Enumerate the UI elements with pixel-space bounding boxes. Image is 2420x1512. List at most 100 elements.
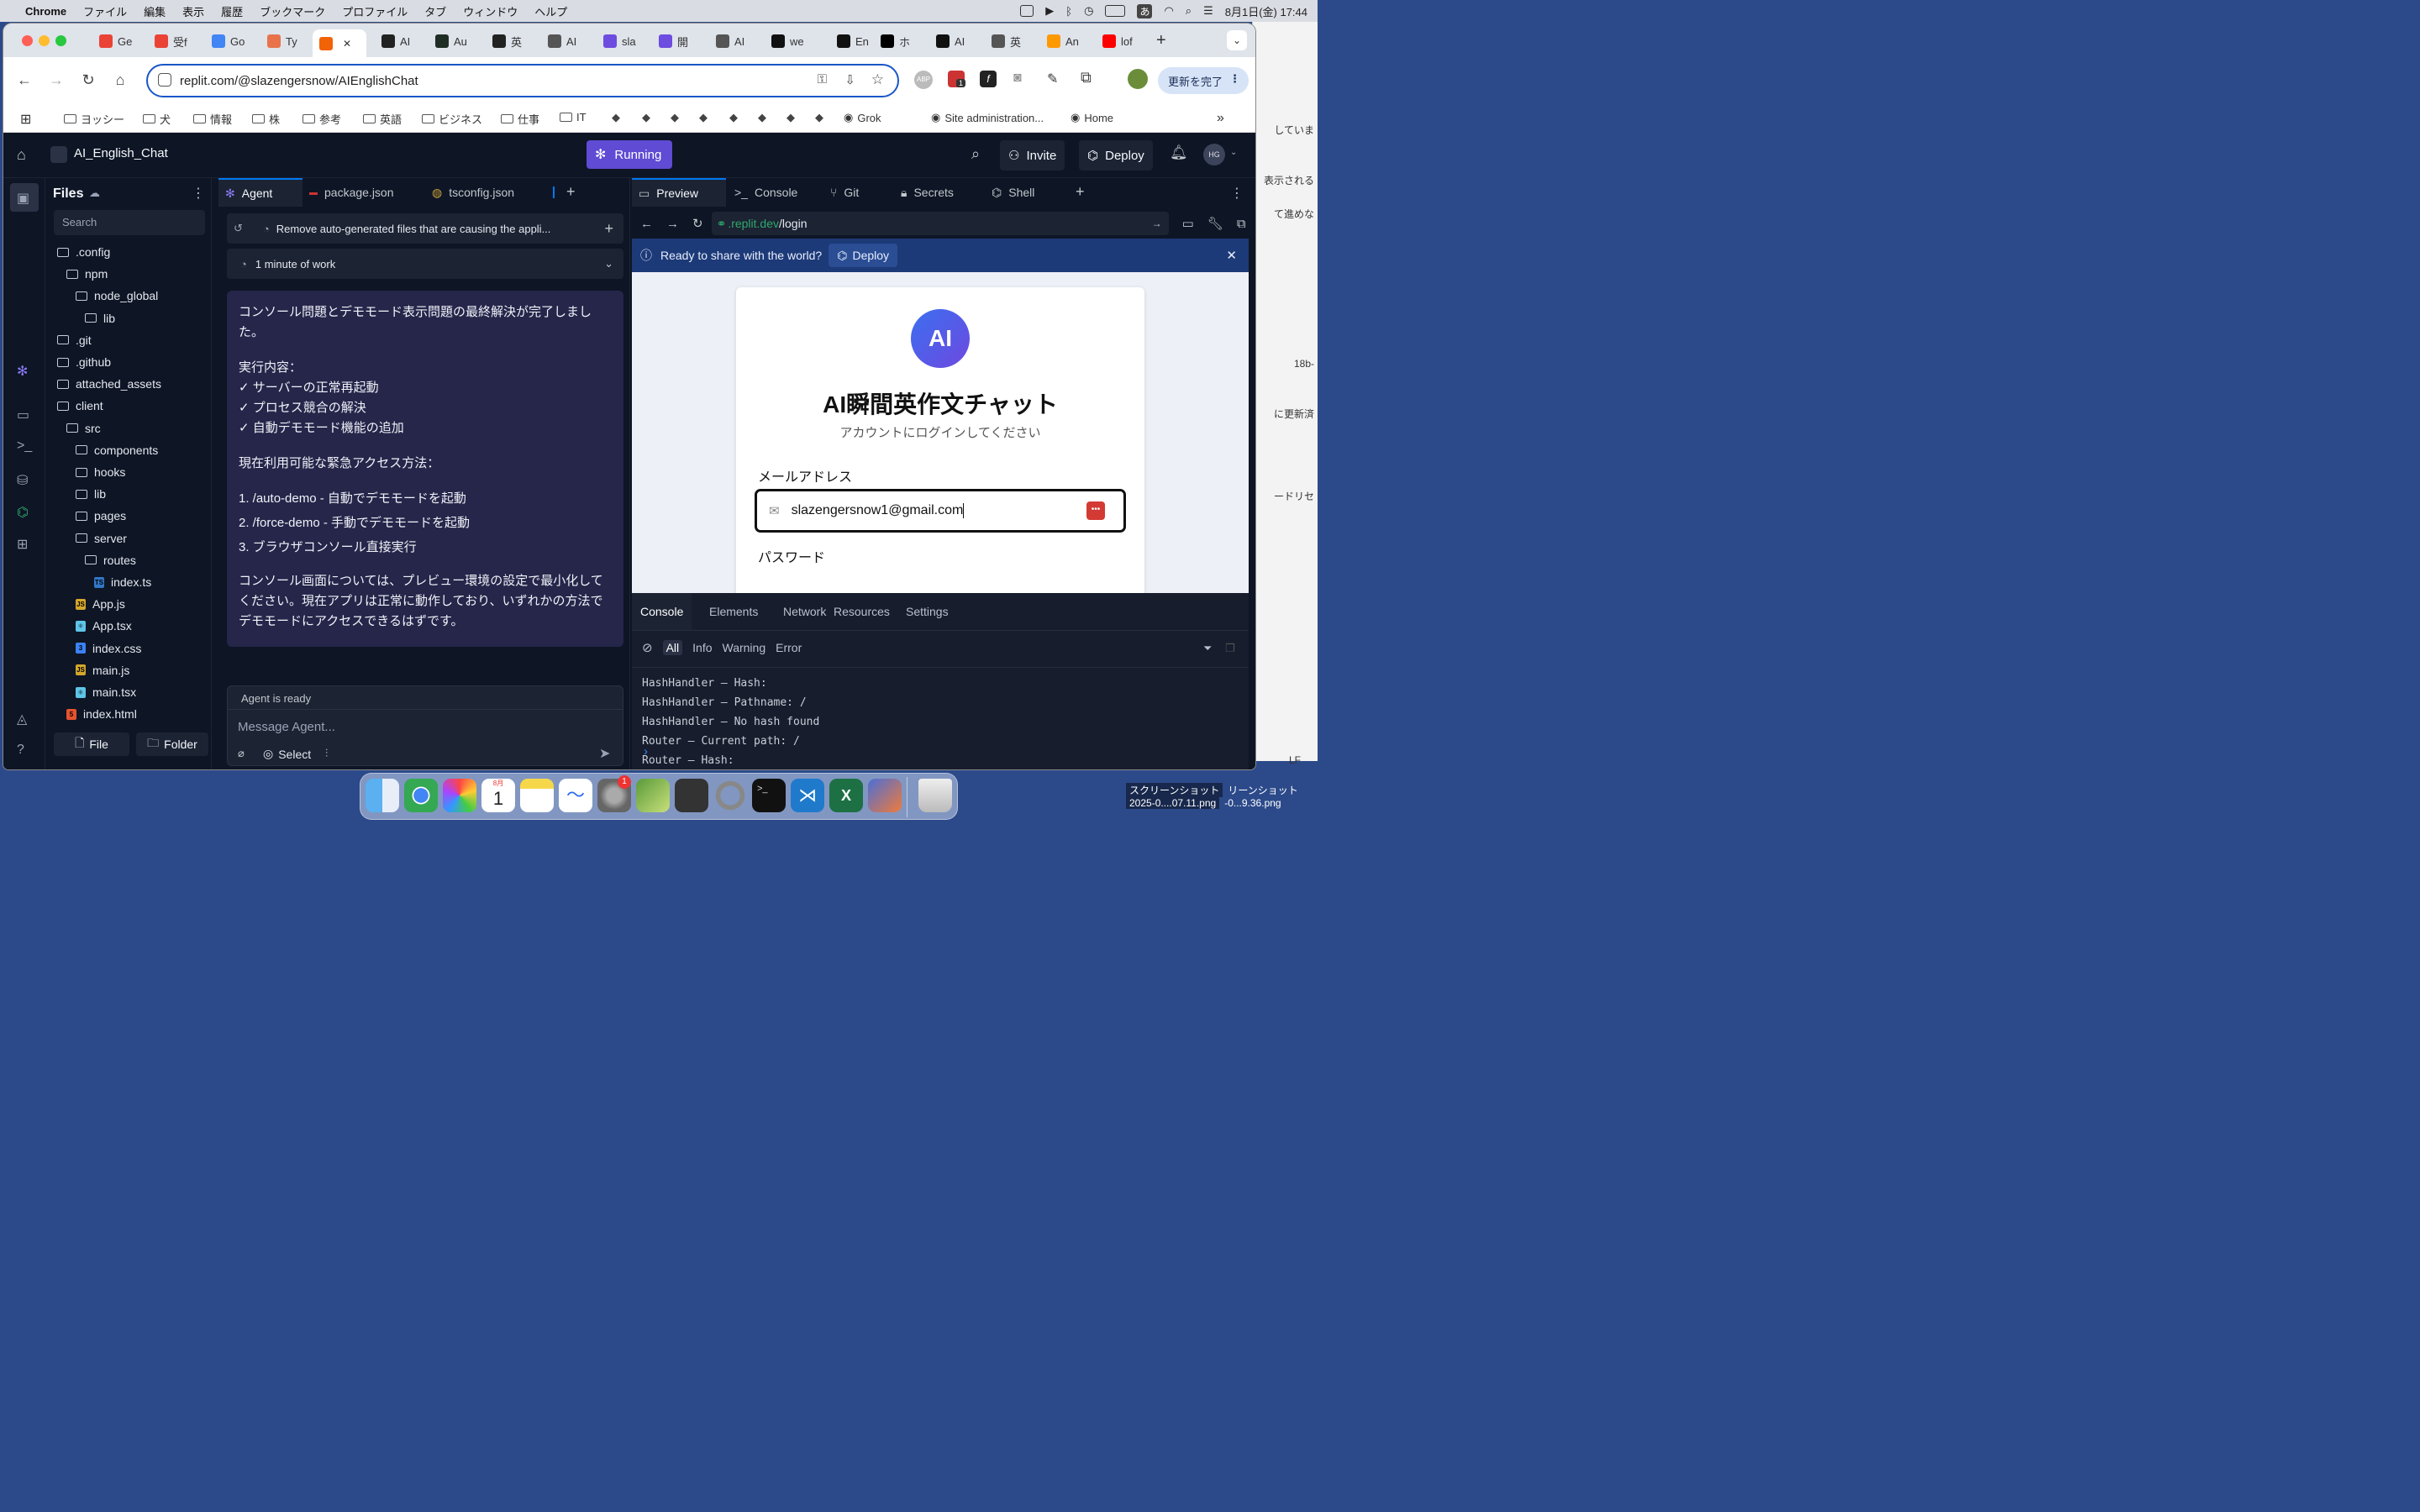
devtools-wrench-icon[interactable]: 🔧︎ bbox=[1207, 216, 1223, 231]
finder-icon[interactable] bbox=[366, 779, 399, 812]
files-panel-icon[interactable]: ▣ bbox=[17, 190, 32, 206]
browser-tab[interactable]: lof bbox=[1096, 29, 1148, 53]
trash-icon[interactable] bbox=[918, 779, 952, 812]
browser-tab[interactable]: AI bbox=[541, 29, 593, 53]
folder-item[interactable]: hooks bbox=[76, 465, 125, 479]
browser-tab[interactable]: Au bbox=[429, 29, 481, 53]
browser-tab[interactable]: sla bbox=[597, 29, 649, 53]
control-center-icon[interactable]: ☰ bbox=[1203, 4, 1213, 18]
freeform-icon[interactable]: 〜 bbox=[559, 779, 592, 812]
screenshot-label[interactable]: スクリーンショット bbox=[1126, 783, 1223, 797]
menu-window[interactable]: ウィンドウ bbox=[463, 3, 518, 19]
spotlight-icon[interactable]: ⌕ bbox=[1186, 4, 1192, 18]
address-bar[interactable]: replit.com/@slazengersnow/AIEnglishChat … bbox=[146, 64, 899, 97]
back-icon[interactable]: ← bbox=[13, 69, 35, 91]
folder-item[interactable]: pages bbox=[76, 509, 126, 522]
history-icon[interactable]: ↺ bbox=[234, 222, 243, 235]
close-icon[interactable]: ✕ bbox=[1226, 248, 1237, 263]
close-window-button[interactable] bbox=[22, 35, 33, 46]
deployments-rail-icon[interactable]: ⌬ bbox=[17, 504, 32, 520]
pane-menu-icon[interactable]: ⋮ bbox=[1230, 185, 1244, 202]
battery-icon[interactable] bbox=[1105, 5, 1126, 17]
zoom-window-button[interactable] bbox=[55, 35, 66, 46]
calendar-icon[interactable]: 8月 1 bbox=[481, 779, 515, 812]
key-icon[interactable]: ⚿ bbox=[818, 72, 827, 87]
m-favicon-icon[interactable]: ◆ bbox=[758, 111, 766, 124]
chevron-down-icon[interactable]: ⌄ bbox=[604, 257, 613, 270]
browser-tab[interactable]: ✕ bbox=[313, 29, 366, 57]
tab-search-button[interactable]: ⌄ bbox=[1227, 30, 1247, 50]
vscode-icon[interactable]: ⋊ bbox=[791, 779, 824, 812]
agent-rail-icon[interactable]: ✻ bbox=[17, 363, 32, 379]
extensions-puzzle-icon[interactable]: ⧉ bbox=[1081, 69, 1092, 87]
preview-url-bar[interactable]: ⚭ .replit.dev /login → bbox=[711, 212, 1169, 235]
replit-home-icon[interactable]: ⌂ bbox=[17, 146, 26, 164]
settings-sliders-icon[interactable]: ⫶ bbox=[325, 747, 328, 760]
bookmark-item[interactable]: 情報 bbox=[193, 111, 232, 127]
wifi-icon[interactable]: ◠ bbox=[1164, 4, 1173, 18]
project-name[interactable]: AI_English_Chat bbox=[74, 146, 168, 160]
close-tab-icon[interactable]: ✕ bbox=[343, 38, 351, 50]
devices-icon[interactable]: ▭ bbox=[1182, 216, 1194, 231]
browser-tab[interactable]: Ge bbox=[92, 29, 145, 53]
excel-icon[interactable]: X bbox=[829, 779, 863, 812]
home-icon[interactable]: ⌂ bbox=[109, 69, 131, 91]
tab-tsconfig-json[interactable]: ◍ tsconfig.json bbox=[432, 178, 514, 207]
new-file-button[interactable]: 🗋 File bbox=[54, 732, 129, 756]
menu-history[interactable]: 履歴 bbox=[221, 3, 243, 19]
adblock-extension-icon[interactable]: ABP bbox=[914, 71, 933, 89]
tab-agent[interactable]: ✻ Agent bbox=[218, 178, 302, 207]
chrome-dock-icon[interactable] bbox=[404, 779, 438, 812]
work-summary[interactable]: ◔ 1 minute of work ⌄ bbox=[227, 249, 623, 279]
bookmark-item[interactable]: ◉ Home bbox=[1071, 111, 1113, 124]
site-info-icon[interactable] bbox=[158, 73, 171, 87]
files-menu-icon[interactable]: ⋮ bbox=[192, 185, 205, 202]
help-rail-icon[interactable]: ? bbox=[17, 743, 32, 758]
menu-edit[interactable]: 編集 bbox=[144, 3, 166, 19]
font-extension-icon[interactable]: f bbox=[980, 71, 997, 87]
shell-rail-icon[interactable]: >_ bbox=[17, 438, 32, 454]
clear-console-icon[interactable]: ⊘ bbox=[642, 640, 653, 655]
browser-tab[interactable]: ホ bbox=[874, 29, 926, 53]
notifications-bell-icon[interactable]: 🔔︎ bbox=[1170, 144, 1188, 161]
update-button[interactable]: 更新を完了 ⋮ bbox=[1158, 67, 1249, 94]
replit-favicon-icon[interactable]: ◆ bbox=[786, 111, 795, 124]
browser-tab[interactable]: Ty bbox=[260, 29, 313, 53]
chevron-down-icon[interactable]: ⌄ bbox=[1230, 148, 1237, 157]
tab-console[interactable]: >_ Console bbox=[734, 178, 797, 207]
attach-icon[interactable]: ⌀ bbox=[238, 747, 245, 760]
translate-favicon-icon[interactable]: ◆ bbox=[729, 111, 738, 124]
go-icon[interactable]: → bbox=[1152, 218, 1162, 229]
file-item[interactable]: 3 index.css bbox=[76, 642, 141, 655]
browser-tab[interactable]: we bbox=[765, 29, 817, 53]
agent-message-input[interactable]: Message Agent... bbox=[228, 710, 623, 744]
preview-forward-icon[interactable]: → bbox=[666, 217, 679, 231]
folder-item[interactable]: .config bbox=[57, 245, 110, 259]
calculator-icon[interactable] bbox=[675, 779, 708, 812]
chrome-menu-icon[interactable]: ⋮ bbox=[1229, 72, 1240, 86]
filter-all[interactable]: All bbox=[662, 640, 683, 655]
bluetooth-icon[interactable]: ᛒ bbox=[1065, 5, 1072, 18]
folder-item[interactable]: server bbox=[76, 532, 127, 545]
folder-item[interactable]: components bbox=[76, 444, 158, 457]
add-tab-icon[interactable]: + bbox=[566, 183, 576, 201]
tab-secrets[interactable]: 🔒︎ Secrets bbox=[901, 178, 954, 207]
folder-item[interactable]: .github bbox=[57, 355, 111, 369]
search-icon[interactable]: ⌕ bbox=[971, 145, 980, 163]
copy-icon[interactable]: ❐ bbox=[1225, 642, 1235, 655]
bookmark-star-icon[interactable]: ☆ bbox=[871, 71, 884, 88]
devtools-tab[interactable]: Settings bbox=[897, 593, 957, 630]
menu-tab[interactable]: タブ bbox=[424, 3, 446, 19]
status-app-icon[interactable] bbox=[1020, 5, 1034, 17]
open-new-tab-icon[interactable]: ⧉ bbox=[1237, 217, 1246, 231]
bookmark-item[interactable]: ◉ Grok bbox=[844, 111, 881, 124]
new-chat-icon[interactable]: + bbox=[604, 220, 613, 238]
notes-icon[interactable] bbox=[520, 779, 554, 812]
devtools-tab[interactable]: Elements bbox=[701, 593, 766, 630]
tab-package-json[interactable]: ▬ package.json bbox=[309, 178, 394, 207]
screenshot-filename[interactable]: 2025-0....07.11.png bbox=[1126, 797, 1220, 809]
home-favicon-icon[interactable]: ◆ bbox=[642, 111, 650, 124]
camera-extension-icon[interactable]: ◙ bbox=[1013, 71, 1022, 86]
tab-git[interactable]: ⑂ Git bbox=[830, 178, 859, 207]
folder-item[interactable]: lib bbox=[76, 487, 106, 501]
